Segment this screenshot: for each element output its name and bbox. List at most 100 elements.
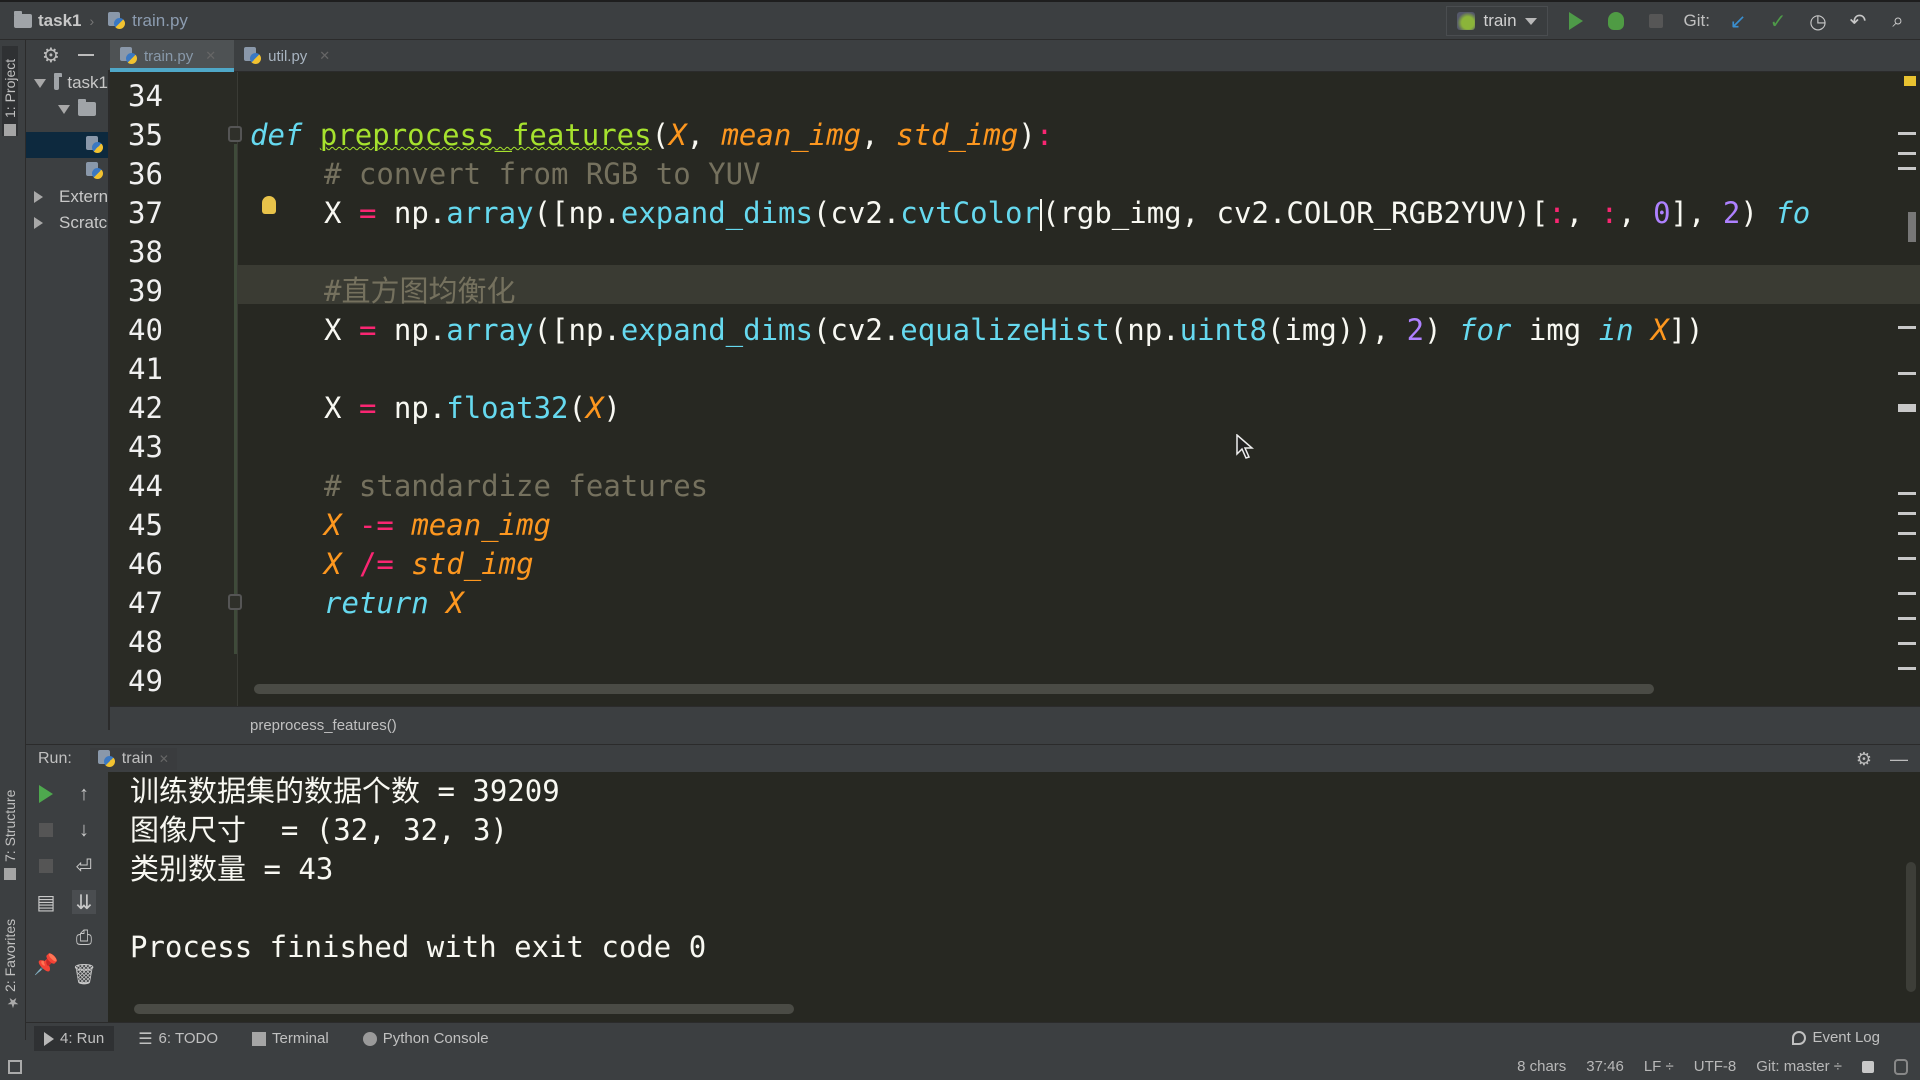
navigation-bar: task1 › train.py train Git: ↙ ✓ ◷ ↶ ⌕ — [0, 0, 1920, 40]
tree-item-external-libraries[interactable]: External Libraries — [26, 184, 108, 210]
horizontal-scrollbar[interactable] — [254, 684, 1654, 694]
marker[interactable] — [1898, 617, 1916, 620]
debug-button[interactable] — [1604, 9, 1628, 33]
line-number: 49 — [128, 664, 163, 698]
marker[interactable] — [1898, 492, 1916, 495]
tab-util-py[interactable]: util.py ✕ — [234, 40, 348, 72]
marker[interactable] — [1898, 532, 1916, 535]
marker[interactable] — [1898, 557, 1916, 560]
tool-window-todo[interactable]: ☰ 6: TODO — [128, 1025, 228, 1053]
close-icon[interactable]: ✕ — [159, 752, 169, 766]
marker[interactable] — [1898, 152, 1916, 155]
stop-button[interactable] — [1644, 9, 1668, 33]
stop-run-button[interactable] — [34, 818, 58, 842]
scroll-down-button[interactable]: ↓ — [72, 818, 96, 842]
warning-marker[interactable] — [1904, 76, 1916, 86]
python-config-icon — [1457, 12, 1476, 30]
lock-icon[interactable] — [1862, 1060, 1874, 1073]
gear-icon[interactable]: ⚙ — [42, 43, 60, 68]
git-branch[interactable]: Git: master ÷ — [1756, 1058, 1842, 1075]
tree-item-train-py[interactable] — [26, 132, 108, 158]
error-stripe[interactable] — [1894, 72, 1918, 706]
marker[interactable] — [1898, 404, 1916, 412]
tree-item-folder[interactable] — [26, 96, 108, 122]
token: : — [1600, 196, 1619, 230]
run-console[interactable]: 训练数据集的数据个数 = 39209 图像尺寸 = (32, 32, 3) 类别… — [108, 772, 1920, 1022]
git-update-button[interactable]: ↙ — [1726, 9, 1750, 33]
project-tool-tab[interactable]: 1: Project — [2, 46, 18, 136]
structure-tool-tab[interactable]: 7: Structure — [2, 770, 18, 880]
pause-button[interactable] — [34, 854, 58, 878]
run-tab-train[interactable]: train ✕ — [89, 747, 177, 770]
close-icon[interactable]: ✕ — [319, 48, 330, 64]
tree-item-util-py[interactable] — [26, 158, 108, 184]
scroll-to-end-button[interactable]: ⇊ — [72, 890, 96, 914]
console-line: Process finished with exit code 0 — [130, 930, 707, 964]
tool-window-label: Terminal — [272, 1030, 329, 1047]
marker[interactable] — [1898, 372, 1916, 375]
toggle-tool-windows-icon[interactable] — [8, 1060, 22, 1074]
breadcrumb-function[interactable]: preprocess_features() — [250, 717, 397, 734]
nav-project[interactable]: task1 — [14, 10, 81, 31]
left-tool-stripe: 1: Project 7: Structure ★ 2: Favorites — [0, 40, 26, 1040]
favorites-tool-tab[interactable]: ★ 2: Favorites — [2, 900, 20, 1010]
marker[interactable] — [1898, 132, 1916, 135]
inspector-icon[interactable] — [1894, 1058, 1908, 1075]
event-log-icon — [1792, 1030, 1807, 1045]
code-line-36: # convert from RGB to YUV — [324, 157, 761, 191]
line-separator[interactable]: LF ÷ — [1644, 1058, 1674, 1075]
print-button[interactable]: ⎙ — [72, 926, 96, 950]
marker[interactable] — [1898, 167, 1916, 170]
token: float32 — [446, 391, 569, 425]
gear-icon[interactable]: ⚙ — [1856, 749, 1872, 770]
fold-icon[interactable] — [228, 126, 242, 142]
soft-wrap-button[interactable]: ⏎ — [72, 854, 96, 878]
code-editor[interactable]: 34 35 36 37 38 39 40 41 42 43 44 45 46 47 48 49 def pre… — [110, 72, 1920, 706]
history-button[interactable]: ◷ — [1806, 9, 1830, 33]
marker[interactable] — [1898, 326, 1916, 329]
lightbulb-icon[interactable] — [262, 196, 276, 214]
token: X — [324, 508, 342, 542]
nav-file[interactable]: train.py — [108, 11, 188, 31]
token: np. — [393, 391, 447, 425]
layout-button[interactable]: ▤ — [34, 890, 58, 914]
marker[interactable] — [1898, 592, 1916, 595]
tab-label: train.py — [144, 47, 194, 65]
revert-button[interactable]: ↶ — [1846, 9, 1870, 33]
minimize-icon[interactable] — [77, 54, 94, 56]
fold-icon[interactable] — [228, 594, 242, 610]
tab-train-py[interactable]: train.py ✕ — [110, 40, 235, 72]
scroll-thumb[interactable] — [1908, 212, 1916, 242]
console-horizontal-scrollbar[interactable] — [134, 1004, 794, 1014]
run-config-dropdown[interactable]: train — [1446, 6, 1548, 36]
token: np. — [393, 313, 447, 347]
pin-icon: 📌 — [33, 953, 59, 976]
marker[interactable] — [1898, 667, 1916, 670]
tool-window-run[interactable]: 4: Run — [34, 1026, 115, 1051]
console-vertical-scrollbar[interactable] — [1906, 862, 1916, 992]
marker[interactable] — [1898, 642, 1916, 645]
run-button[interactable] — [1564, 9, 1588, 33]
line-number: 45 — [128, 508, 163, 542]
collapse-arrow-icon — [34, 191, 43, 203]
tool-window-python-console[interactable]: Python Console — [353, 1026, 499, 1051]
pin-button[interactable]: 📌 — [33, 952, 59, 976]
file-encoding[interactable]: UTF-8 — [1694, 1058, 1737, 1075]
tool-window-terminal[interactable]: Terminal — [242, 1026, 339, 1051]
minimize-icon[interactable]: — — [1890, 749, 1908, 770]
scroll-up-button[interactable]: ↑ — [72, 782, 96, 806]
code-breadcrumb: preprocess_features() — [110, 706, 1920, 744]
pause-icon — [39, 859, 53, 873]
search-everywhere-button[interactable]: ⌕ — [1886, 9, 1910, 33]
close-icon[interactable]: ✕ — [205, 48, 216, 64]
rerun-button[interactable] — [34, 782, 58, 806]
event-log-button[interactable]: Event Log — [1792, 1029, 1880, 1046]
tree-item-scratches[interactable]: Scratches and Consoles — [26, 210, 108, 236]
marker[interactable] — [1898, 512, 1916, 515]
caret-position[interactable]: 37:46 — [1586, 1058, 1624, 1075]
line-number: 46 — [128, 547, 163, 581]
token: (np. — [1109, 313, 1180, 347]
git-commit-button[interactable]: ✓ — [1766, 9, 1790, 33]
tree-item-root[interactable]: task1 — [26, 70, 108, 96]
clear-button[interactable]: 🗑 — [71, 962, 96, 986]
